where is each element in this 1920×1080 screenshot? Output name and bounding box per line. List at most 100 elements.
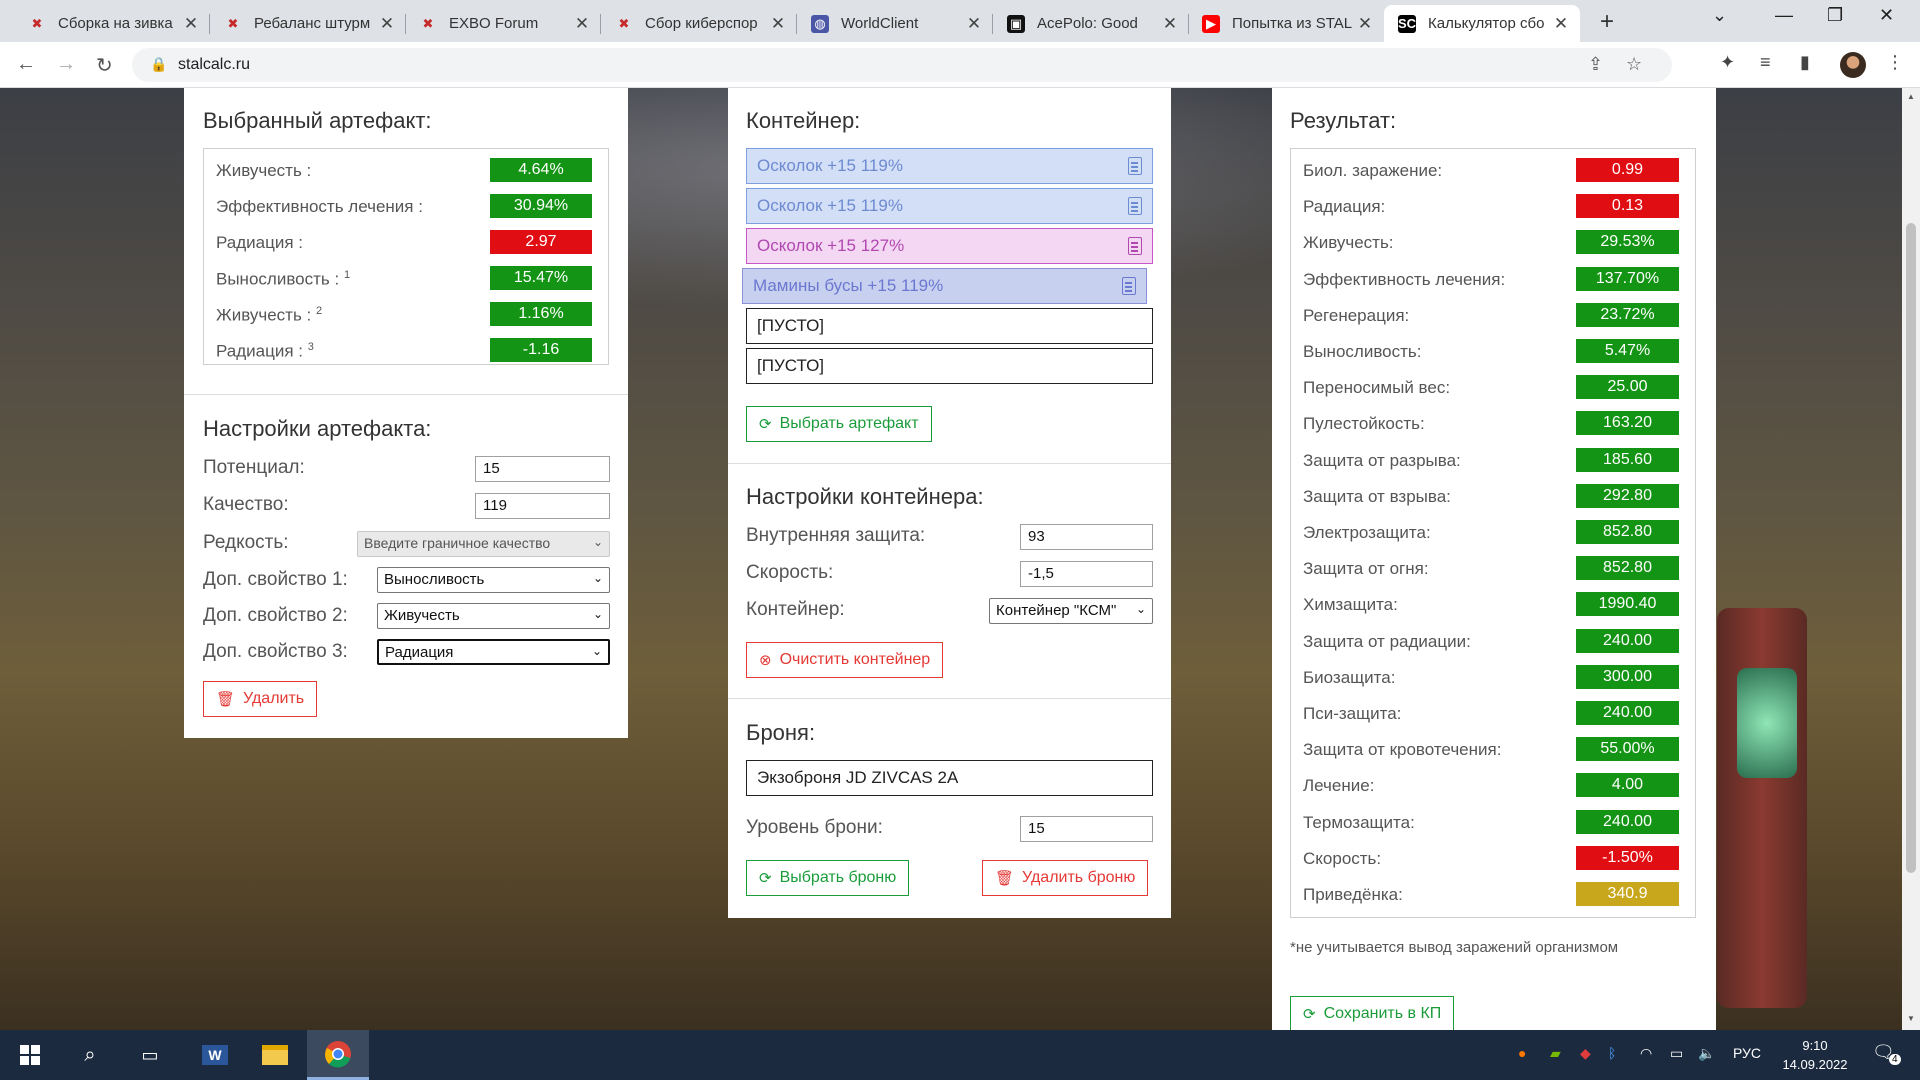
close-tab-icon[interactable]: ✕ [965, 14, 983, 34]
tray-avast-icon[interactable]: ● [1518, 1045, 1526, 1061]
close-tab-icon[interactable]: ✕ [573, 14, 591, 34]
close-tab-icon[interactable]: ✕ [1356, 14, 1374, 34]
container-slot[interactable]: [ПУСТО] [746, 348, 1153, 384]
browser-tab[interactable]: ◍ WorldClient ✕ [797, 5, 993, 42]
exbo-x-icon: ✖ [31, 15, 43, 31]
tab-search-icon[interactable]: ⌄ [1712, 5, 1727, 26]
prop1-select[interactable]: Выносливость ⌄ [377, 567, 610, 593]
armor-slot[interactable]: Экзоброня JD ZIVCAS 2A [746, 760, 1153, 796]
armor-level-input[interactable]: 15 [1020, 816, 1153, 842]
container-slot[interactable]: [ПУСТО] [746, 308, 1153, 344]
inner-protection-input[interactable]: 93 [1020, 524, 1153, 550]
scroll-thumb[interactable] [1906, 223, 1916, 873]
side-panel-icon[interactable]: ▮ [1800, 52, 1810, 73]
share-icon[interactable]: ⇪ [1588, 54, 1603, 75]
tab-title: AcePolo: Good [1037, 15, 1138, 32]
choose-artifact-button[interactable]: ⟳ Выбрать артефакт [746, 406, 932, 442]
close-tab-icon[interactable]: ✕ [182, 14, 200, 34]
bluetooth-icon[interactable]: ᛒ [1608, 1045, 1616, 1061]
maximize-button[interactable]: ❐ [1827, 5, 1843, 26]
save-to-kp-button[interactable]: ⟳ Сохранить в КП [1290, 996, 1455, 1030]
exbo-x-icon: ✖ [422, 15, 434, 31]
page-scrollbar[interactable]: ▲ ▼ [1902, 88, 1920, 1030]
prop2-select[interactable]: Живучесть ⌄ [377, 603, 610, 629]
word-icon[interactable]: W [185, 1030, 245, 1080]
stat-row: Живучесть : 4.64% [204, 152, 608, 188]
container-slot[interactable]: Мамины бусы +15 119% [742, 268, 1147, 304]
battery-icon[interactable]: ▭ [1670, 1045, 1683, 1062]
scroll-down-icon[interactable]: ▼ [1907, 1014, 1915, 1023]
new-tab-button[interactable]: + [1600, 8, 1614, 36]
stat-label: Пулестойкость: [1303, 414, 1425, 434]
close-tab-icon[interactable]: ✕ [378, 14, 396, 34]
container-slot[interactable]: Осколок +15 119% [746, 148, 1153, 184]
stat-row: Радиация: 0.13 [1291, 188, 1695, 224]
volume-icon[interactable]: 🔈 [1698, 1045, 1715, 1062]
tray-app-icon[interactable]: ◆ [1580, 1045, 1591, 1062]
media-control-icon[interactable]: ≡ [1760, 52, 1771, 73]
prop3-select[interactable]: Радиация ⌄ [377, 639, 610, 665]
container-type-select[interactable]: Контейнер "КСМ" ⌄ [989, 598, 1153, 624]
stat-row: Термозащита: 240.00 [1291, 804, 1695, 840]
document-icon[interactable] [1128, 237, 1142, 255]
browser-tab[interactable]: ✖ Сбор киберспор ✕ [601, 5, 797, 42]
stat-row: Лечение: 4.00 [1291, 767, 1695, 803]
delete-armor-button[interactable]: 🗑 Удалить броню [982, 860, 1149, 896]
network-icon[interactable]: ◠ [1640, 1045, 1652, 1062]
quality-input[interactable]: 119 [475, 493, 610, 519]
profile-avatar[interactable] [1840, 52, 1866, 78]
stat-label: Выносливость : 1 [216, 269, 351, 289]
refresh-icon: ⟳ [1303, 1006, 1316, 1023]
potential-input[interactable]: 15 [475, 456, 610, 482]
stat-row: Защита от разрыва: 185.60 [1291, 442, 1695, 478]
task-view-icon[interactable]: ▭ [120, 1030, 180, 1080]
tab-title: WorldClient [841, 15, 919, 32]
choose-armor-button[interactable]: ⟳ Выбрать броню [746, 860, 910, 896]
stat-row: Скорость: -1.50% [1291, 840, 1695, 876]
delete-artifact-button[interactable]: 🗑 Удалить [203, 681, 318, 717]
stat-value: 300.00 [1576, 664, 1679, 689]
omnibox[interactable]: 🔒 stalcalc.ru ☆ ⇪ [132, 48, 1672, 82]
search-icon[interactable]: ⌕ [60, 1030, 120, 1080]
stat-value: 240.00 [1576, 809, 1679, 834]
close-tab-icon[interactable]: ✕ [1161, 14, 1179, 34]
reload-icon[interactable]: ↻ [96, 53, 113, 78]
close-tab-icon[interactable]: ✕ [769, 14, 787, 34]
url-text[interactable]: stalcalc.ru [178, 56, 250, 74]
browser-tab[interactable]: SC Калькулятор сбо ✕ [1384, 5, 1580, 42]
browser-tab[interactable]: ▣ AcePolo: Good ✕ [993, 5, 1189, 42]
forward-icon[interactable]: → [56, 53, 76, 76]
close-window-button[interactable]: ✕ [1879, 5, 1894, 26]
document-icon[interactable] [1122, 277, 1136, 295]
close-tab-icon[interactable]: ✕ [1552, 14, 1570, 34]
scroll-up-icon[interactable]: ▲ [1907, 92, 1915, 101]
browser-tab[interactable]: ▶ Попытка из STAL ✕ [1188, 5, 1384, 42]
chrome-taskbar-icon[interactable] [307, 1030, 369, 1080]
refresh-icon: ⟳ [759, 870, 772, 887]
bookmark-star-icon[interactable]: ☆ [1626, 54, 1642, 75]
container-slot[interactable]: Осколок +15 127% [746, 228, 1153, 264]
container-title: Контейнер: [746, 108, 861, 133]
refresh-icon: ⟳ [759, 416, 772, 433]
container-slot[interactable]: Осколок +15 119% [746, 188, 1153, 224]
browser-tab[interactable]: ✖ Сборка на зивка ✕ [14, 5, 210, 42]
document-icon[interactable] [1128, 197, 1142, 215]
tray-nvidia-icon[interactable]: ▰ [1550, 1045, 1561, 1062]
speed-input[interactable]: -1,5 [1020, 561, 1153, 587]
file-explorer-icon[interactable] [245, 1030, 305, 1080]
stat-value: 137.70% [1576, 266, 1679, 291]
browser-tab[interactable]: ✖ EXBO Forum ✕ [405, 5, 601, 42]
back-icon[interactable]: ← [16, 53, 36, 76]
clear-container-button[interactable]: ⊗ Очистить контейнер [746, 642, 944, 678]
slot-label: Осколок +15 127% [757, 236, 905, 255]
language-indicator[interactable]: РУС [1733, 1045, 1761, 1061]
menu-kebab-icon[interactable]: ⋮ [1886, 52, 1904, 73]
extensions-icon[interactable]: ✦ [1720, 52, 1735, 73]
windows-start-icon[interactable] [0, 1030, 60, 1080]
document-icon[interactable] [1128, 157, 1142, 175]
browser-tab[interactable]: ✖ Ребаланс штурм ✕ [210, 5, 406, 42]
stat-value: 852.80 [1576, 520, 1679, 544]
minimize-button[interactable]: — [1775, 5, 1793, 26]
stat-label: Выносливость: [1303, 342, 1422, 361]
clock[interactable]: 9:10 14.09.2022 [1780, 1036, 1850, 1074]
